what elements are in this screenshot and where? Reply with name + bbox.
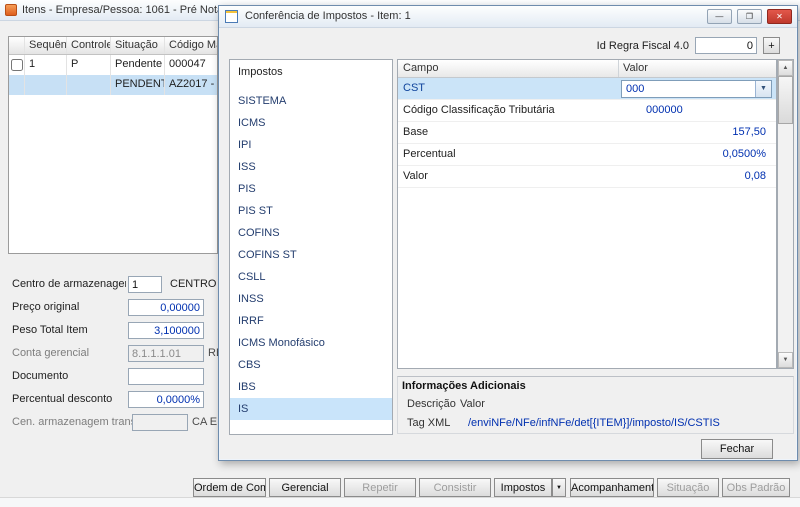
fechar-button[interactable]: Fechar	[701, 439, 773, 459]
impostos-dropdown-icon[interactable]: ▼	[552, 478, 566, 497]
list-item-cbs[interactable]: CBS	[230, 354, 392, 376]
campos-table: Campo Valor CST 000 ▼ Código Classificaç…	[397, 59, 777, 369]
cell-situacao: PENDENTE	[111, 75, 165, 95]
ordem-de-compra-button[interactable]: Ordem de Compra	[193, 478, 266, 497]
conta-gerencial-field	[128, 345, 204, 362]
table-row-selected[interactable]: PENDENTE AZ2017 - MATE	[9, 75, 217, 95]
cell-sequencia: 1	[25, 55, 67, 75]
items-grid: Sequência Controle Situação Código Mater…	[8, 36, 218, 254]
cen-armazenagem-transf-field	[132, 414, 188, 431]
grid-column-situacao[interactable]: Situação	[111, 37, 165, 54]
consistir-button: Consistir	[419, 478, 491, 497]
id-regra-fiscal-label: Id Regra Fiscal 4.0	[549, 40, 689, 52]
preco-original-field[interactable]	[128, 299, 204, 316]
label-percentual-desconto: Percentual desconto	[12, 391, 126, 408]
label-preco-original: Preço original	[12, 299, 126, 316]
label-cen-armazenagem-transf: Cen. armazenagem transf	[12, 414, 132, 431]
label-conta-gerencial: Conta gerencial	[12, 345, 126, 362]
table-row-base[interactable]: Base 157,50	[398, 122, 776, 144]
campos-table-header: Campo Valor	[398, 60, 776, 78]
table-scrollbar[interactable]: ▲ ▼	[777, 59, 794, 369]
table-row[interactable]: 1 P Pendente 000047	[9, 55, 217, 75]
status-bar	[0, 497, 800, 507]
label-centro-armazenagem: Centro de armazenagem	[12, 276, 126, 293]
conferencia-impostos-dialog: Conferência de Impostos - Item: 1 — ❐ ✕ …	[218, 5, 798, 461]
column-campo: Campo	[398, 60, 619, 77]
table-row-classificacao[interactable]: Código Classificação Tributária 000000	[398, 100, 776, 122]
list-item-sistema[interactable]: SISTEMA	[230, 90, 392, 112]
id-regra-fiscal-field[interactable]	[695, 37, 757, 54]
close-icon[interactable]: ✕	[767, 9, 792, 24]
cell-sequencia	[25, 75, 67, 95]
row-select-checkbox[interactable]	[11, 59, 23, 71]
list-item-is-selected[interactable]: IS	[230, 398, 392, 420]
dialog-icon	[225, 10, 238, 23]
cell-controle: P	[67, 55, 111, 75]
cell-codigo: AZ2017 - MATE	[165, 75, 217, 95]
obs-padrao-button: Obs Padrão	[722, 478, 790, 497]
informacoes-adicionais-group: Informações Adicionais Descrição Valor T…	[397, 376, 794, 434]
impostos-list: Impostos SISTEMA ICMS IPI ISS PIS PIS ST…	[229, 59, 393, 435]
label-documento: Documento	[12, 368, 126, 385]
add-regra-button[interactable]: +	[763, 37, 780, 54]
table-row-valor[interactable]: Valor 0,08	[398, 166, 776, 188]
group-title: Informações Adicionais	[402, 380, 526, 392]
cst-dropdown[interactable]: 000 ▼	[621, 80, 772, 98]
list-item-ibs[interactable]: IBS	[230, 376, 392, 398]
grid-column-controle[interactable]: Controle	[67, 37, 111, 54]
app-icon	[5, 4, 17, 16]
scroll-up-icon[interactable]: ▲	[778, 60, 793, 76]
acompanhamento-button[interactable]: Acompanhamento	[570, 478, 654, 497]
list-item-cofins[interactable]: COFINS	[230, 222, 392, 244]
impostos-button[interactable]: Impostos	[494, 478, 552, 497]
table-row-cst[interactable]: CST 000 ▼	[398, 78, 776, 100]
label-peso-total: Peso Total Item	[12, 322, 126, 339]
grid-select-column-header[interactable]	[9, 37, 25, 54]
gerencial-button[interactable]: Gerencial	[269, 478, 341, 497]
list-item-pis-st[interactable]: PIS ST	[230, 200, 392, 222]
list-item-icms-monofasico[interactable]: ICMS Monofásico	[230, 332, 392, 354]
minimize-icon[interactable]: —	[707, 9, 732, 24]
list-item-cofins-st[interactable]: COFINS ST	[230, 244, 392, 266]
list-item-csll[interactable]: CSLL	[230, 266, 392, 288]
repetir-button: Repetir	[344, 478, 416, 497]
list-item-ipi[interactable]: IPI	[230, 134, 392, 156]
descricao-label: Descrição	[407, 398, 456, 410]
peso-total-item-field[interactable]	[128, 322, 204, 339]
conta-gerencial-desc: REC	[208, 345, 218, 362]
grid-column-sequencia[interactable]: Sequência	[25, 37, 67, 54]
dialog-titlebar[interactable]: Conferência de Impostos - Item: 1 — ❐ ✕	[219, 6, 797, 28]
items-grid-header: Sequência Controle Situação Código Mater…	[9, 37, 217, 55]
table-row-percentual[interactable]: Percentual 0,0500%	[398, 144, 776, 166]
centro-armazenagem-field[interactable]	[128, 276, 162, 293]
cell-controle	[67, 75, 111, 95]
dialog-title: Conferência de Impostos - Item: 1	[245, 6, 411, 27]
tag-xml-label: Tag XML	[407, 417, 450, 429]
chevron-down-icon[interactable]: ▼	[755, 81, 771, 97]
documento-field[interactable]	[128, 368, 204, 385]
cen-armazenagem-transf-desc: CA EMBRAN	[192, 414, 218, 431]
maximize-icon[interactable]: ❐	[737, 9, 762, 24]
cell-situacao: Pendente	[111, 55, 165, 75]
grid-column-codigo[interactable]: Código Materia	[165, 37, 217, 54]
list-item-pis[interactable]: PIS	[230, 178, 392, 200]
desktop-screen: Itens - Empresa/Pessoa: 1061 - Pré Nota:…	[0, 0, 800, 507]
situacao-button: Situação	[657, 478, 719, 497]
impostos-list-header: Impostos	[238, 66, 283, 78]
list-item-inss[interactable]: INSS	[230, 288, 392, 310]
scrollbar-thumb[interactable]	[778, 76, 793, 124]
column-valor: Valor	[619, 60, 776, 77]
descricao-value: Valor	[460, 398, 485, 410]
cell-codigo: 000047	[165, 55, 217, 75]
list-item-irrf[interactable]: IRRF	[230, 310, 392, 332]
list-item-icms[interactable]: ICMS	[230, 112, 392, 134]
percentual-desconto-field[interactable]	[128, 391, 204, 408]
tag-xml-value: /enviNFe/NFe/infNFe/det[{ITEM}]/imposto/…	[468, 417, 720, 429]
list-item-iss[interactable]: ISS	[230, 156, 392, 178]
scroll-down-icon[interactable]: ▼	[778, 352, 793, 368]
